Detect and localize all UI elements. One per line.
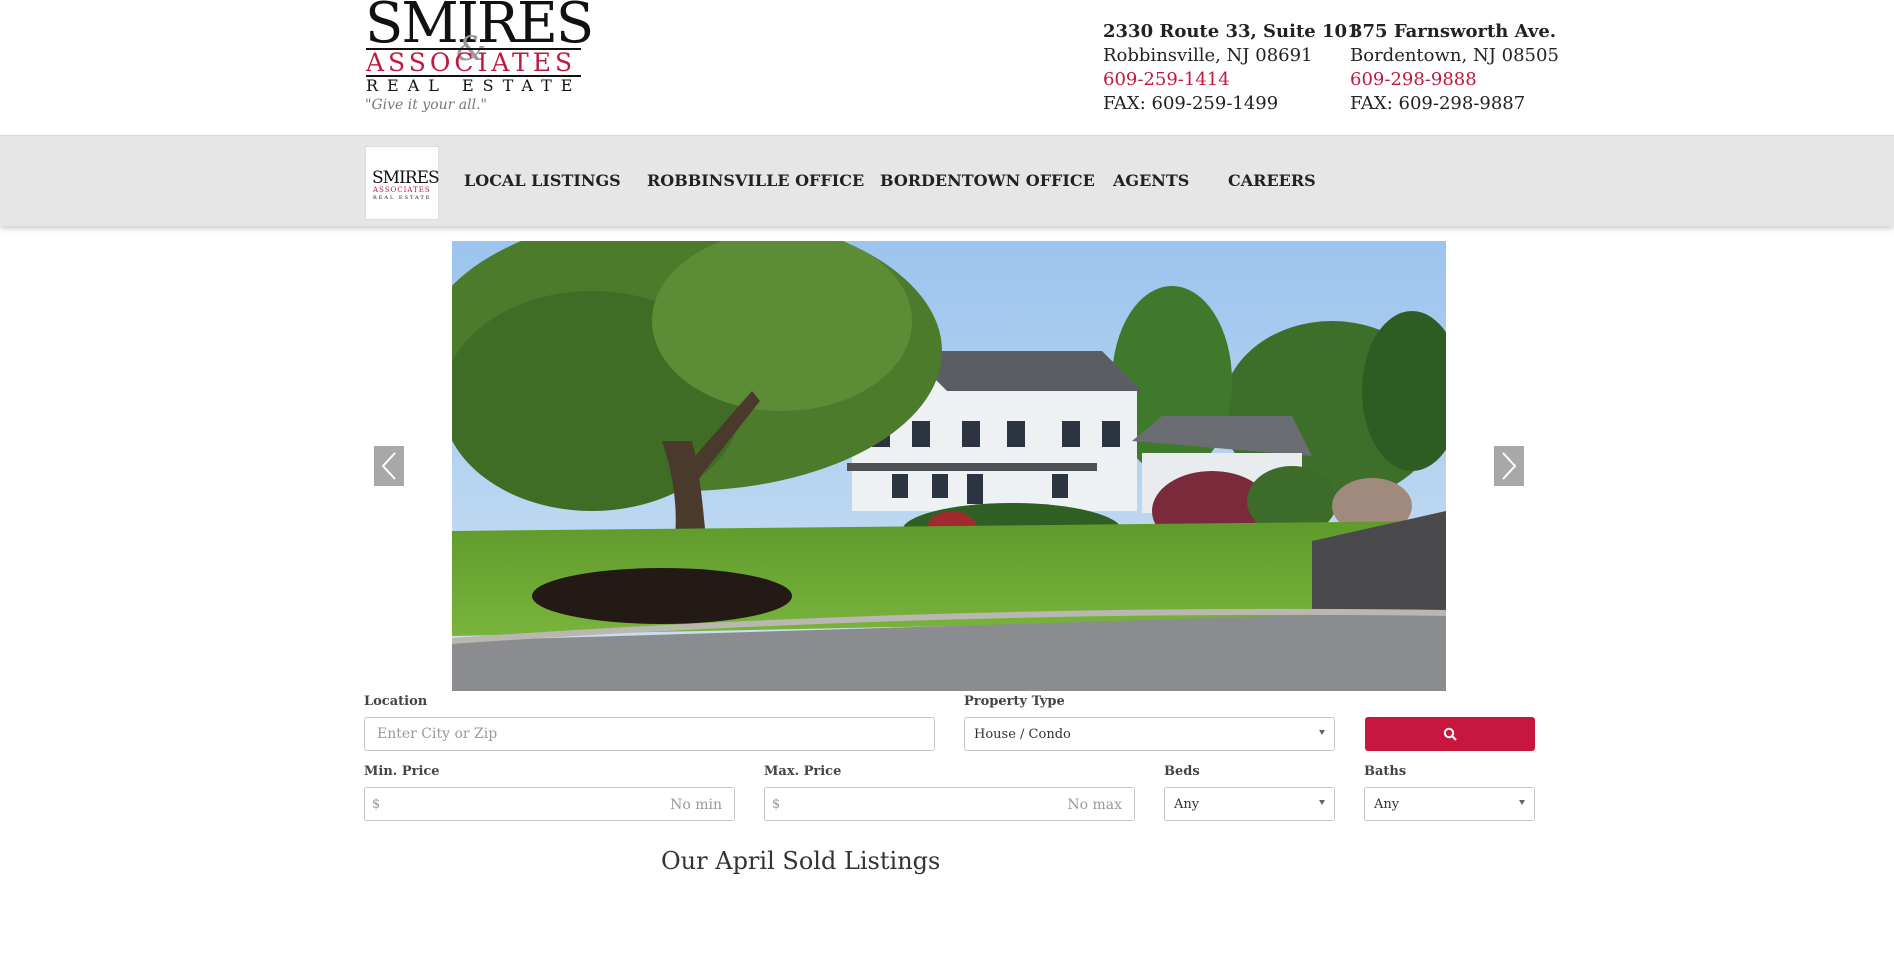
max-price-currency: $ [772, 797, 781, 812]
search-button[interactable] [1365, 717, 1535, 751]
min-price-label: Min. Price [364, 764, 440, 779]
section-title: Our April Sold Listings [661, 847, 941, 875]
office-address-line2: Robbinsville, NJ 08691 [1103, 45, 1313, 66]
nav-item-careers[interactable]: CAREERS [1228, 171, 1316, 190]
min-price-currency: $ [372, 797, 381, 812]
logo-rule-top [366, 48, 581, 50]
office-robbinsville: 2330 Route 33, Suite 101 Robbinsville, N… [1103, 20, 1360, 116]
property-type-label: Property Type [964, 694, 1065, 709]
max-price-field[interactable]: $ No max [764, 787, 1135, 821]
nav-item-agents[interactable]: AGENTS [1113, 171, 1189, 190]
office-phone-link[interactable]: 609-298-9888 [1350, 68, 1559, 92]
baths-value: Any [1374, 797, 1400, 812]
chevron-right-icon [1502, 452, 1517, 480]
property-type-value: House / Condo [974, 727, 1071, 742]
house-photo [452, 241, 1446, 691]
nav-home-logo[interactable]: SMIRES ASSOCIATES REAL ESTATE [365, 146, 440, 220]
search-icon [1443, 727, 1457, 741]
location-label: Location [364, 694, 428, 709]
dropdown-arrow-icon [1519, 800, 1525, 805]
hero-carousel-image [452, 241, 1446, 691]
carousel-prev-button[interactable] [374, 446, 404, 486]
dropdown-arrow-icon [1319, 730, 1325, 735]
nav-logo-associates: ASSOCIATES [373, 186, 431, 194]
site-header: SMIRES & ASSOCIATES REAL ESTATE "Give it… [0, 0, 1894, 135]
dropdown-arrow-icon [1319, 800, 1325, 805]
office-address-line1: 375 Farnsworth Ave. [1350, 21, 1557, 42]
office-address-line1: 2330 Route 33, Suite 101 [1103, 21, 1360, 42]
beds-label: Beds [1164, 764, 1200, 779]
location-input[interactable] [365, 718, 934, 750]
nav-logo-wordmark: SMIRES [372, 168, 440, 188]
office-address-line2: Bordentown, NJ 08505 [1350, 45, 1559, 66]
nav-item-robbinsville-office[interactable]: ROBBINSVILLE OFFICE [647, 171, 864, 190]
tagline: "Give it your all." [365, 97, 487, 113]
baths-select[interactable]: Any [1364, 787, 1535, 821]
chevron-left-icon [381, 452, 396, 480]
nav-item-local-listings[interactable]: LOCAL LISTINGS [464, 171, 621, 190]
carousel-next-button[interactable] [1494, 446, 1524, 486]
nav-item-bordentown-office[interactable]: BORDENTOWN OFFICE [880, 171, 1095, 190]
main-nav: SMIRES ASSOCIATES REAL ESTATE LOCAL LIST… [0, 135, 1894, 226]
beds-select[interactable]: Any [1164, 787, 1335, 821]
office-fax: FAX: 609-298-9887 [1350, 93, 1526, 114]
beds-value: Any [1174, 797, 1200, 812]
logo-associates: ASSOCIATES [366, 48, 577, 77]
min-price-placeholder: No min [670, 797, 722, 813]
office-bordentown: 375 Farnsworth Ave. Bordentown, NJ 08505… [1350, 20, 1559, 116]
property-type-select[interactable]: House / Condo [964, 717, 1335, 751]
nav-logo-real-estate: REAL ESTATE [373, 195, 432, 201]
max-price-label: Max. Price [764, 764, 842, 779]
office-phone-link[interactable]: 609-259-1414 [1103, 68, 1360, 92]
max-price-placeholder: No max [1067, 797, 1122, 813]
baths-label: Baths [1364, 764, 1407, 779]
min-price-field[interactable]: $ No min [364, 787, 735, 821]
location-field[interactable] [364, 717, 935, 751]
logo-real-estate: REAL ESTATE [366, 76, 582, 95]
office-fax: FAX: 609-259-1499 [1103, 93, 1279, 114]
